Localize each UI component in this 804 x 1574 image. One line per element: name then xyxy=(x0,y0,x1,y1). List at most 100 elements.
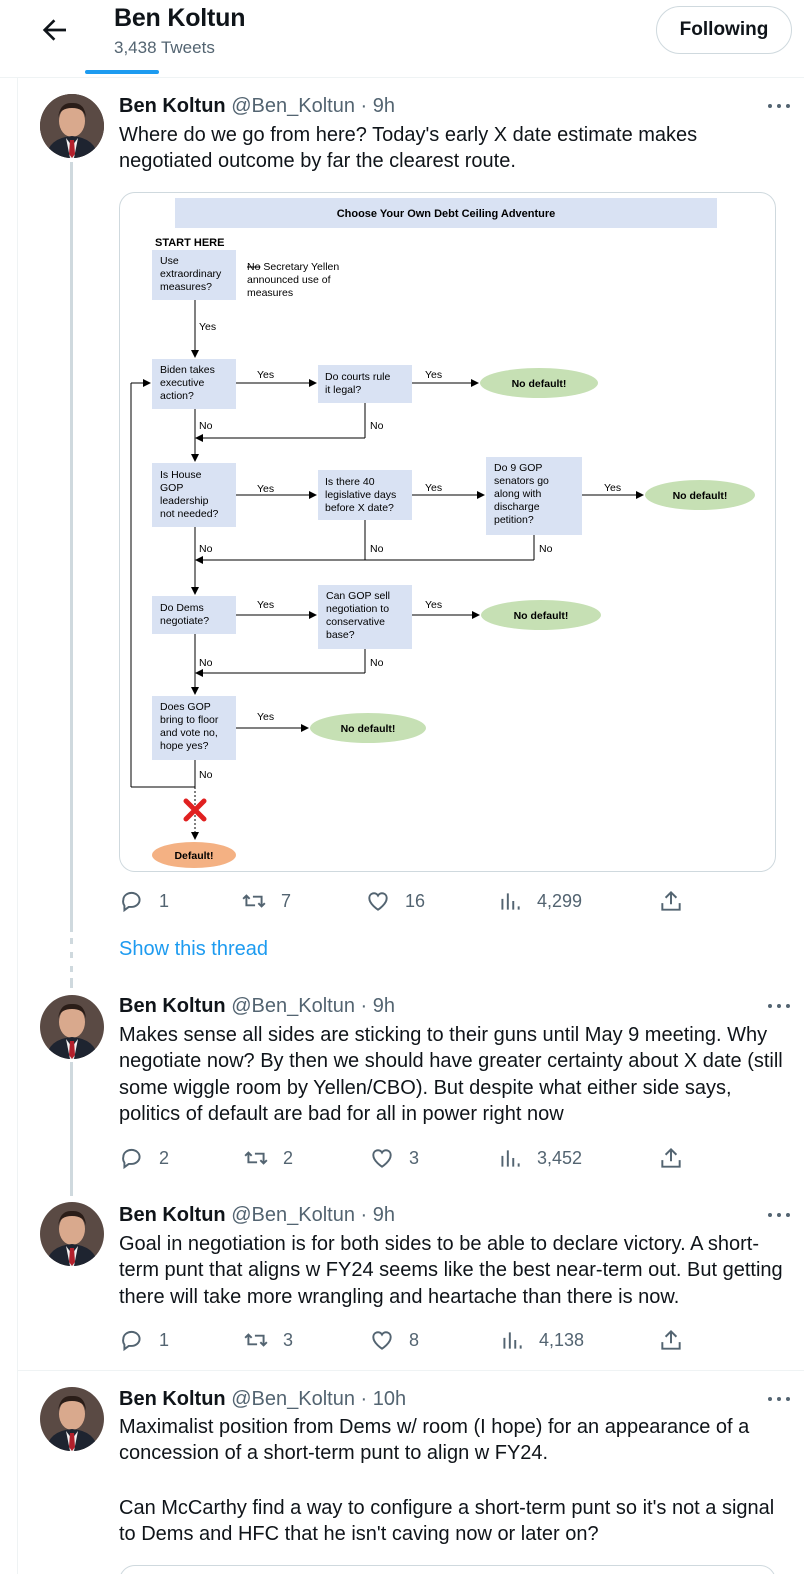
tweet[interactable]: Ben Koltun @Ben_Koltun · 9h Where do we … xyxy=(0,0,804,980)
author-name[interactable]: Ben Koltun xyxy=(119,1388,226,1410)
no-default-label: No default! xyxy=(341,723,396,735)
tweet[interactable]: Ben Koltun @Ben_Koltun · 9h Makes sense … xyxy=(0,985,804,1185)
retweet-button[interactable]: 7 xyxy=(241,886,291,916)
q7-text: Do Dems negotiate? xyxy=(160,602,209,627)
bar-chart-icon xyxy=(501,1150,520,1167)
avatar[interactable] xyxy=(40,94,104,158)
more-icon[interactable] xyxy=(766,1210,792,1220)
share-icon xyxy=(661,1147,681,1168)
view-count: 3,452 xyxy=(537,1147,583,1168)
author-name[interactable]: Ben Koltun xyxy=(119,1204,226,1226)
reply-button[interactable]: 1 xyxy=(119,886,169,916)
default-label: Default! xyxy=(174,850,213,862)
tweet-text-continued: Can McCarthy find a way to configure a s… xyxy=(119,1497,775,1546)
tweet-actions: 1 7 16 4,299 xyxy=(119,886,719,916)
yes-label: Yes xyxy=(199,321,216,333)
tweet[interactable]: Ben Koltun @Ben_Koltun · 10h Maximalist … xyxy=(0,1371,804,1574)
share-icon xyxy=(661,890,681,911)
heart-icon xyxy=(372,1331,392,1350)
like-button[interactable]: 8 xyxy=(369,1325,419,1355)
avatar[interactable] xyxy=(40,1202,104,1266)
tweet-text: Maximalist position from Dems w/ room (I… xyxy=(119,1416,750,1465)
tweet-meta: Ben Koltun @Ben_Koltun · 9h xyxy=(119,1204,395,1227)
tweet-meta: Ben Koltun @Ben_Koltun · 9h xyxy=(119,995,395,1018)
bar-chart-icon xyxy=(503,1332,522,1349)
like-button[interactable]: 3 xyxy=(369,1143,419,1173)
tweet-time[interactable]: 10h xyxy=(373,1388,406,1410)
yes-label: Yes xyxy=(425,599,442,611)
yes-label: Yes xyxy=(257,483,274,495)
share-button[interactable] xyxy=(658,886,684,916)
more-icon[interactable] xyxy=(766,1001,792,1011)
like-button[interactable]: 16 xyxy=(365,886,425,916)
retweet-icon xyxy=(244,1151,268,1165)
tweet-time[interactable]: 9h xyxy=(373,95,395,117)
heart-icon xyxy=(372,1149,392,1168)
author-name[interactable]: Ben Koltun xyxy=(119,995,226,1017)
tweet-time[interactable]: 9h xyxy=(373,1204,395,1226)
tweet-time[interactable]: 9h xyxy=(373,995,395,1017)
meta-separator: · xyxy=(360,995,368,1017)
like-count: 3 xyxy=(409,1147,420,1168)
no-label: No xyxy=(199,657,213,669)
bar-chart-icon xyxy=(501,893,520,910)
retweet-icon xyxy=(244,1333,268,1347)
author-handle[interactable]: @Ben_Koltun xyxy=(231,1388,355,1410)
show-thread-link[interactable]: Show this thread xyxy=(119,938,268,961)
reply-count: 2 xyxy=(159,1147,170,1168)
tweet-actions: 1 3 8 4,138 xyxy=(119,1325,719,1355)
reply-icon xyxy=(122,891,141,913)
reply-count: 1 xyxy=(159,890,170,911)
tweet-meta: Ben Koltun @Ben_Koltun · 9h xyxy=(119,95,395,118)
meta-separator: · xyxy=(360,1388,368,1410)
share-button[interactable] xyxy=(658,1143,684,1173)
no-label: No xyxy=(199,420,213,432)
no-label: No xyxy=(199,543,213,555)
share-button[interactable] xyxy=(658,1325,684,1355)
flowchart-title: Choose Your Own Debt Ceiling Adventure xyxy=(337,208,556,220)
heart-icon xyxy=(368,892,388,911)
retweet-count: 7 xyxy=(281,890,292,911)
more-icon[interactable] xyxy=(766,101,792,111)
tweet-text: Where do we go from here? Today's early … xyxy=(119,124,698,173)
more-icon[interactable] xyxy=(766,1394,792,1404)
retweet-button[interactable]: 2 xyxy=(243,1143,293,1173)
author-handle[interactable]: @Ben_Koltun xyxy=(231,1204,355,1226)
reply-button[interactable]: 2 xyxy=(119,1143,169,1173)
author-handle[interactable]: @Ben_Koltun xyxy=(231,995,355,1017)
view-count: 4,138 xyxy=(539,1329,585,1350)
avatar[interactable] xyxy=(40,1387,104,1451)
avatar[interactable] xyxy=(40,995,104,1059)
reply-icon xyxy=(122,1148,141,1170)
no-label: No xyxy=(539,543,553,555)
meta-separator: · xyxy=(360,95,368,117)
no-label: No xyxy=(370,420,384,432)
tweet-image-flowchart[interactable]: Choose Your Own Debt Ceiling Adventure S… xyxy=(119,192,776,872)
views-button[interactable]: 4,299 xyxy=(497,886,582,916)
yes-label: Yes xyxy=(425,369,442,381)
yes-label: Yes xyxy=(257,369,274,381)
tweet-text: Makes sense all sides are sticking to th… xyxy=(119,1024,783,1126)
reply-button[interactable]: 1 xyxy=(119,1325,169,1355)
views-button[interactable]: 4,138 xyxy=(499,1325,584,1355)
retweet-button[interactable]: 3 xyxy=(243,1325,293,1355)
tweet[interactable]: Ben Koltun @Ben_Koltun · 9h Goal in nego… xyxy=(0,1194,804,1370)
views-button[interactable]: 3,452 xyxy=(497,1143,582,1173)
view-count: 4,299 xyxy=(537,890,583,911)
tweet-meta: Ben Koltun @Ben_Koltun · 10h xyxy=(119,1388,406,1411)
share-icon xyxy=(661,1329,681,1350)
no-label: No xyxy=(370,543,384,555)
reply-count: 1 xyxy=(159,1329,170,1350)
flowchart-diagram: Choose Your Own Debt Ceiling Adventure S… xyxy=(130,198,755,868)
start-label: START HERE xyxy=(155,237,224,249)
author-handle[interactable]: @Ben_Koltun xyxy=(231,95,355,117)
retweet-icon xyxy=(242,894,266,908)
retweet-count: 3 xyxy=(283,1329,294,1350)
no-label: No xyxy=(199,769,213,781)
yellen-note: No Secretary Yellen announced use of mea… xyxy=(247,261,342,299)
yes-label: Yes xyxy=(257,711,274,723)
reply-icon xyxy=(122,1330,141,1352)
author-name[interactable]: Ben Koltun xyxy=(119,95,226,117)
retweet-count: 2 xyxy=(283,1147,294,1168)
yes-label: Yes xyxy=(257,599,274,611)
